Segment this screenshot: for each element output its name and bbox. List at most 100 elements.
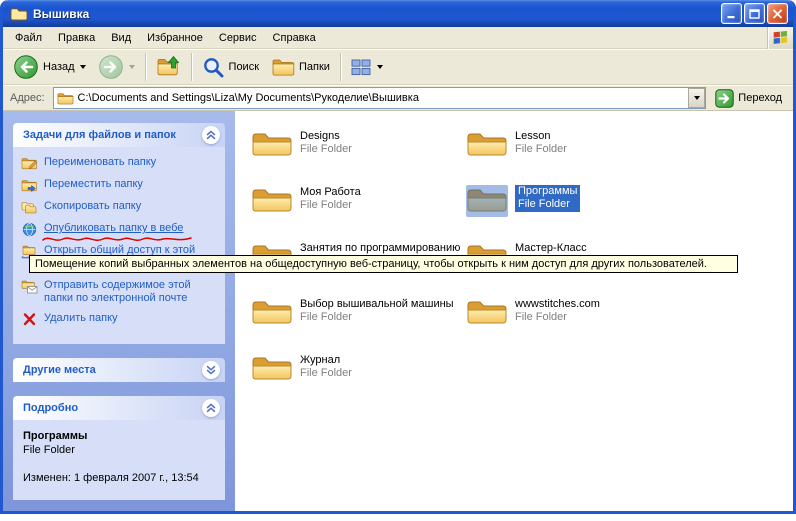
toolbar-separator <box>191 53 192 81</box>
close-button[interactable] <box>767 3 788 24</box>
window-folder-icon <box>10 6 28 22</box>
windows-flag-icon <box>772 29 789 46</box>
file-type: File Folder <box>300 367 352 380</box>
task-move-folder[interactable]: Переместить папку <box>21 178 221 193</box>
file-item-moya-rabota[interactable]: Моя РаботаFile Folder <box>251 185 466 241</box>
address-dropdown-button[interactable] <box>688 88 705 108</box>
folders-button[interactable]: Папки <box>265 51 336 83</box>
search-icon <box>202 56 225 79</box>
task-label: Отправить содержимое этой папки по элект… <box>44 279 214 305</box>
file-type: File Folder <box>515 311 600 324</box>
file-name: Designs <box>300 130 352 143</box>
menu-tools[interactable]: Сервис <box>211 29 265 47</box>
toolbar-separator <box>340 53 341 81</box>
file-type: File Folder <box>300 311 454 324</box>
task-email-folder[interactable]: Отправить содержимое этой папки по элект… <box>21 279 221 305</box>
folder-icon <box>251 297 293 329</box>
menu-favorites[interactable]: Избранное <box>139 29 211 47</box>
rename-folder-icon <box>21 156 38 171</box>
file-item-programmy-selected[interactable]: ПрограммыFile Folder <box>466 185 681 241</box>
task-label: Удалить папку <box>44 312 118 327</box>
toolbar-separator <box>145 53 146 81</box>
email-folder-icon <box>21 279 38 294</box>
file-name: Журнал <box>300 354 352 367</box>
views-button[interactable] <box>345 51 389 83</box>
folder-icon <box>251 129 293 161</box>
window-controls <box>721 3 788 24</box>
file-item-lesson[interactable]: LessonFile Folder <box>466 129 681 185</box>
toolbar: Назад Поиск <box>3 49 793 85</box>
menu-edit[interactable]: Правка <box>50 29 103 47</box>
file-item-vybor-mashiny[interactable]: Выбор вышивальной машиныFile Folder <box>251 297 466 353</box>
task-copy-folder[interactable]: Скопировать папку <box>21 200 221 215</box>
delete-folder-icon <box>21 312 38 327</box>
up-button[interactable] <box>150 51 187 83</box>
sidebar: Задачи для файлов и папок Переименовать … <box>3 111 235 514</box>
task-label: Переименовать папку <box>44 156 156 171</box>
details-body: Программы File Folder Изменен: 1 февраля… <box>13 420 225 500</box>
title-bar[interactable]: Вышивка <box>3 0 793 27</box>
details-panel: Подробно Программы File Folder Изменен: … <box>13 396 225 500</box>
details-title: Подробно <box>23 402 78 414</box>
back-label: Назад <box>43 61 75 73</box>
task-publish-folder[interactable]: Опубликовать папку в вебе <box>21 222 221 237</box>
file-type: File Folder <box>300 199 361 212</box>
minimize-icon <box>726 9 737 19</box>
window-title: Вышивка <box>33 7 721 21</box>
back-button[interactable]: Назад <box>7 51 92 83</box>
search-label: Поиск <box>229 61 259 73</box>
tasks-panel-body: Переименовать папку Переместить папку Ск… <box>13 147 225 344</box>
back-icon <box>13 54 39 80</box>
file-item-zhurnal[interactable]: ЖурналFile Folder <box>251 353 466 409</box>
minimize-button[interactable] <box>721 3 742 24</box>
task-delete-folder[interactable]: Удалить папку <box>21 312 221 327</box>
forward-dropdown-icon[interactable] <box>129 65 135 69</box>
go-label: Переход <box>738 92 782 104</box>
forward-icon <box>98 54 124 80</box>
file-name: Моя Работа <box>300 186 361 199</box>
collapse-chevron-icon[interactable] <box>202 399 220 417</box>
close-icon <box>772 9 783 19</box>
search-button[interactable]: Поиск <box>196 51 265 83</box>
publish-task-tooltip: Помещение копий выбранных элементов на о… <box>29 255 738 273</box>
views-dropdown-icon[interactable] <box>377 65 383 69</box>
tasks-panel-header[interactable]: Задачи для файлов и папок <box>13 123 225 147</box>
folder-icon-selected <box>466 185 508 217</box>
collapse-chevron-icon[interactable] <box>202 126 220 144</box>
task-label: Переместить папку <box>44 178 143 193</box>
tasks-panel: Задачи для файлов и папок Переименовать … <box>13 123 225 344</box>
publish-folder-icon <box>21 222 38 237</box>
folder-icon <box>251 185 293 217</box>
address-path-text: C:\Documents and Settings\Liza\My Docume… <box>78 92 689 104</box>
menu-file[interactable]: Файл <box>7 29 50 47</box>
forward-button[interactable] <box>92 51 141 83</box>
maximize-button[interactable] <box>744 3 765 24</box>
menu-view[interactable]: Вид <box>103 29 139 47</box>
details-item-modified: Изменен: 1 февраля 2007 г., 13:54 <box>23 472 217 484</box>
other-places-header[interactable]: Другие места <box>13 358 225 382</box>
window-body: Задачи для файлов и папок Переименовать … <box>3 111 793 514</box>
folder-icon <box>251 353 293 385</box>
address-input[interactable]: C:\Documents and Settings\Liza\My Docume… <box>53 87 707 109</box>
folders-label: Папки <box>299 61 330 73</box>
details-header[interactable]: Подробно <box>13 396 225 420</box>
expand-chevron-icon[interactable] <box>202 361 220 379</box>
file-item-designs[interactable]: DesignsFile Folder <box>251 129 466 185</box>
file-name: Lesson <box>515 130 567 143</box>
file-name: Мастер-Класс <box>515 242 587 255</box>
menu-bar: Файл Правка Вид Избранное Сервис Справка <box>3 27 793 49</box>
tasks-panel-title: Задачи для файлов и папок <box>23 129 176 141</box>
back-dropdown-icon[interactable] <box>80 65 86 69</box>
task-rename-folder[interactable]: Переименовать папку <box>21 156 221 171</box>
address-bar: Адрес: C:\Documents and Settings\Liza\My… <box>3 85 793 111</box>
folder-icon <box>466 297 508 329</box>
file-item-wwwstitches[interactable]: wwwstitches.comFile Folder <box>466 297 681 353</box>
other-places-title: Другие места <box>23 364 96 376</box>
maximize-icon <box>749 9 760 19</box>
copy-folder-icon <box>21 200 38 215</box>
file-name: Занятия по программированию <box>300 242 460 255</box>
menu-help[interactable]: Справка <box>265 29 324 47</box>
file-list: DesignsFile Folder LessonFile Folder Моя… <box>235 111 793 514</box>
folders-icon <box>271 56 295 78</box>
go-button[interactable]: Переход <box>711 86 789 110</box>
